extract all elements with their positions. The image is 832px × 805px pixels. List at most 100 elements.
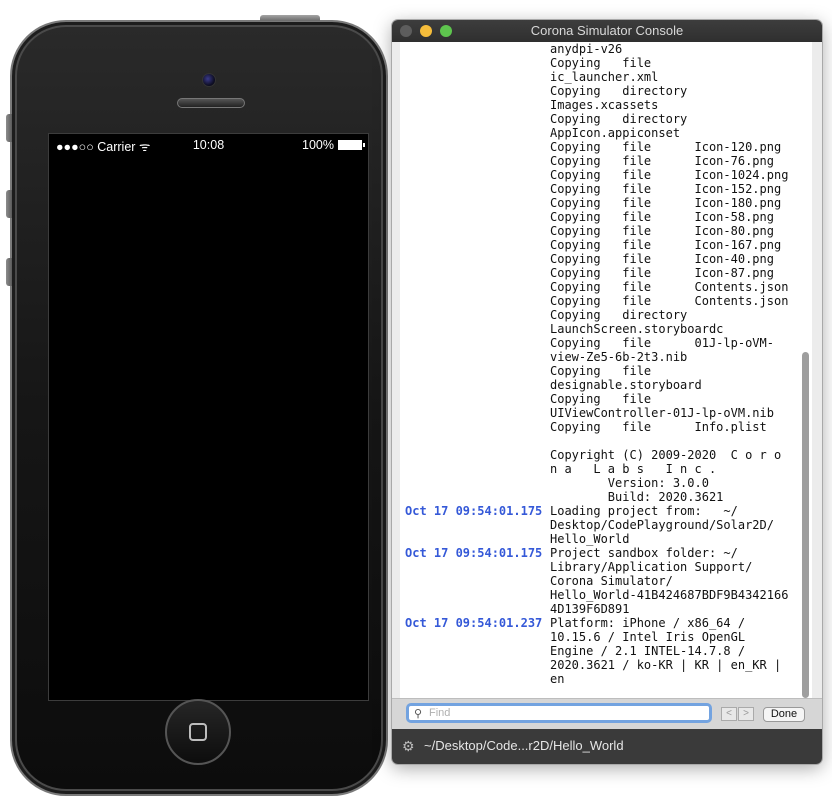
log-line: AppIcon.appiconset	[405, 126, 795, 140]
log-message: Copying file Icon-152.png	[550, 182, 782, 196]
log-timestamp	[405, 126, 550, 140]
console-output[interactable]: anydpi-v26 Copying file ic_launcher.xml Cop…	[400, 42, 812, 698]
log-timestamp	[405, 392, 550, 406]
log-line: Oct 17 09:54:01.175 Loading project from:…	[405, 504, 795, 518]
log-message: 2020.3621 / ko-KR | KR | en_KR |	[550, 658, 782, 672]
log-line: Copying file Icon-1024.png	[405, 168, 795, 182]
log-message: view-Ze5-6b-2t3.nib	[550, 350, 688, 364]
find-next-button[interactable]: >	[738, 707, 754, 721]
log-timestamp	[405, 406, 550, 420]
iphone-simulator-frame: ●●●○○ Carrier ᯤ 10:08 100%	[6, 20, 388, 796]
log-timestamp	[405, 112, 550, 126]
log-timestamp	[405, 518, 550, 532]
log-timestamp	[405, 238, 550, 252]
log-timestamp	[405, 658, 550, 672]
find-input[interactable]	[429, 706, 699, 720]
log-line: Copying file	[405, 56, 795, 70]
zoom-window-button[interactable]	[440, 25, 452, 37]
log-line: anydpi-v26	[405, 42, 795, 56]
log-timestamp	[405, 322, 550, 336]
log-message: Copying directory	[550, 308, 688, 322]
title-bar[interactable]: Corona Simulator Console	[392, 20, 822, 42]
log-message: Copying file Icon-76.png	[550, 154, 774, 168]
log-message: Images.xcassets	[550, 98, 659, 112]
log-message: Copying file Icon-1024.png	[550, 168, 789, 182]
log-message: Project sandbox folder: ~/	[550, 546, 738, 560]
log-timestamp	[405, 490, 550, 504]
log-line: LaunchScreen.storyboardc	[405, 322, 795, 336]
log-message: AppIcon.appiconset	[550, 126, 681, 140]
log-timestamp	[405, 266, 550, 280]
power-button[interactable]	[260, 15, 320, 21]
log-timestamp	[405, 140, 550, 154]
log-line: ic_launcher.xml	[405, 70, 795, 84]
volume-down-button[interactable]	[6, 258, 12, 286]
log-timestamp	[405, 574, 550, 588]
log-line: Build: 2020.3621	[405, 490, 795, 504]
log-message: n a L a b s I n c .	[550, 462, 717, 476]
log-message: 4D139F6D891	[550, 602, 630, 616]
log-message: Copying file	[550, 392, 652, 406]
log-line: Copying directory	[405, 84, 795, 98]
mute-switch	[6, 114, 12, 142]
log-line: Desktop/CodePlayground/Solar2D/	[405, 518, 795, 532]
log-timestamp	[405, 56, 550, 70]
log-timestamp	[405, 630, 550, 644]
done-button[interactable]: Done	[763, 707, 805, 722]
volume-up-button[interactable]	[6, 190, 12, 218]
vertical-scrollbar[interactable]	[802, 352, 809, 698]
log-message: Desktop/CodePlayground/Solar2D/	[550, 518, 774, 532]
battery-icon	[338, 140, 365, 150]
log-timestamp	[405, 434, 550, 448]
log-timestamp	[405, 42, 550, 56]
front-camera	[202, 73, 216, 87]
log-timestamp	[405, 588, 550, 602]
log-message: Copying file Icon-40.png	[550, 252, 774, 266]
log-line: Oct 17 09:54:01.237 Platform: iPhone / x8…	[405, 616, 795, 630]
log-line: 2020.3621 / ko-KR | KR | en_KR |	[405, 658, 795, 672]
log-timestamp	[405, 448, 550, 462]
log-timestamp: Oct 17 09:54:01.237	[405, 616, 543, 630]
log-message: Platform: iPhone / x86_64 /	[550, 616, 746, 630]
home-button[interactable]	[165, 699, 231, 765]
log-line: Copying directory	[405, 112, 795, 126]
phone-screen[interactable]: ●●●○○ Carrier ᯤ 10:08 100%	[48, 133, 369, 701]
minimize-window-button[interactable]	[420, 25, 432, 37]
log-timestamp	[405, 308, 550, 322]
log-line: Hello_World	[405, 532, 795, 546]
status-bar: ●●●○○ Carrier ᯤ 10:08 100%	[49, 134, 368, 156]
find-previous-button[interactable]: <	[721, 707, 737, 721]
log-line: Copying file Icon-87.png	[405, 266, 795, 280]
log-line: Copying file Icon-40.png	[405, 252, 795, 266]
log-line: Copying file Icon-120.png	[405, 140, 795, 154]
gear-icon[interactable]: ⚙	[402, 738, 415, 755]
log-line: Oct 17 09:54:01.175 Project sandbox folde…	[405, 546, 795, 560]
log-message: Engine / 2.1 INTEL-14.7.8 /	[550, 644, 746, 658]
log-line: Copying file Icon-180.png	[405, 196, 795, 210]
close-window-button[interactable]	[400, 25, 412, 37]
log-message: Version: 3.0.0	[550, 476, 709, 490]
log-message: Copying file Contents.json	[550, 280, 789, 294]
path-bar: ⚙ ~/Desktop/Code...r2D/Hello_World	[392, 729, 822, 764]
log-timestamp	[405, 182, 550, 196]
log-timestamp	[405, 168, 550, 182]
window-title: Corona Simulator Console	[530, 23, 684, 38]
log-message: Build: 2020.3621	[550, 490, 724, 504]
log-timestamp	[405, 252, 550, 266]
log-timestamp	[405, 280, 550, 294]
log-timestamp	[405, 644, 550, 658]
log-message: Copying file Icon-167.png	[550, 238, 782, 252]
log-line: en	[405, 672, 795, 686]
log-message: Copying file	[550, 364, 652, 378]
log-line: Copying file Contents.json	[405, 280, 795, 294]
log-message: Copying file Icon-80.png	[550, 224, 774, 238]
log-timestamp	[405, 602, 550, 616]
log-timestamp	[405, 420, 550, 434]
search-icon[interactable]: ⚲	[414, 707, 422, 720]
log-message: anydpi-v26	[550, 42, 623, 56]
log-timestamp	[405, 350, 550, 364]
find-field-container[interactable]: ⚲	[406, 703, 712, 723]
log-message: Hello_World-41B424687BDF9B4342166	[550, 588, 789, 602]
log-message: Copying directory	[550, 84, 688, 98]
log-timestamp	[405, 294, 550, 308]
